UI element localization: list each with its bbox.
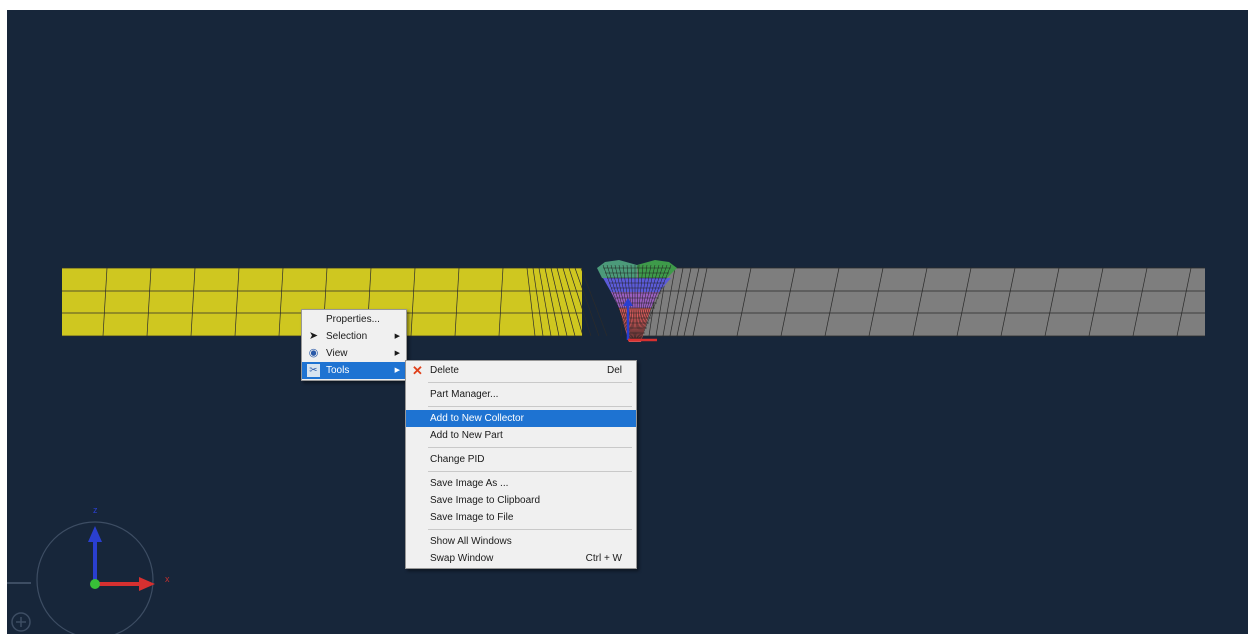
triad-axis-z-head bbox=[88, 526, 102, 542]
menu-item-part-manager[interactable]: Part Manager... bbox=[406, 386, 636, 403]
eye-icon: ◉ bbox=[308, 347, 319, 359]
menu-separator bbox=[428, 529, 632, 530]
menu-item-label: Delete bbox=[430, 365, 459, 376]
menu-item-properties[interactable]: Properties... bbox=[302, 311, 406, 328]
menu-item-show-all-windows[interactable]: Show All Windows bbox=[406, 533, 636, 550]
pointer-icon: ➤ bbox=[308, 330, 319, 342]
menu-item-label: Show All Windows bbox=[430, 536, 512, 547]
menu-item-delete[interactable]: ✕ Delete Del bbox=[406, 362, 636, 379]
menu-item-shortcut: Del bbox=[606, 365, 622, 376]
menu-item-label: View bbox=[326, 348, 348, 359]
submenu-arrow-icon: ▶ bbox=[394, 333, 400, 340]
tools-submenu: ✕ Delete Del Part Manager... Add to New … bbox=[405, 360, 637, 569]
menu-item-label: Part Manager... bbox=[430, 389, 499, 400]
triad-z-label: z bbox=[93, 505, 98, 515]
menu-item-label: Add to New Part bbox=[430, 430, 503, 441]
submenu-arrow-icon: ▶ bbox=[394, 367, 400, 374]
menu-item-view[interactable]: ◉ View ▶ bbox=[302, 345, 406, 362]
menu-item-label: Selection bbox=[326, 331, 368, 342]
menu-separator bbox=[428, 406, 632, 407]
gray-plate bbox=[627, 268, 1205, 336]
menu-item-save-image-to-file[interactable]: Save Image to File bbox=[406, 509, 636, 526]
tools-icon: ✂ bbox=[307, 364, 320, 377]
menu-separator bbox=[428, 471, 632, 472]
menu-item-save-image-to-clipboard[interactable]: Save Image to Clipboard bbox=[406, 492, 636, 509]
menu-item-label: Swap Window bbox=[430, 553, 494, 564]
menu-item-label: Save Image As ... bbox=[430, 478, 509, 489]
context-menu: Properties... ➤ Selection ▶ ◉ View ▶ ✂ T… bbox=[301, 309, 407, 381]
menu-item-label: Add to New Collector bbox=[430, 413, 524, 424]
menu-item-tools[interactable]: ✂ Tools ▶ bbox=[302, 362, 406, 379]
delete-icon: ✕ bbox=[412, 363, 423, 378]
menu-separator bbox=[428, 447, 632, 448]
menu-item-label: Change PID bbox=[430, 454, 485, 465]
menu-item-shortcut: Ctrl + W bbox=[585, 553, 622, 564]
menu-item-label: Properties... bbox=[326, 314, 380, 325]
menu-item-add-to-new-part[interactable]: Add to New Part bbox=[406, 427, 636, 444]
triad-x-label: x bbox=[165, 574, 170, 584]
menu-item-selection[interactable]: ➤ Selection ▶ bbox=[302, 328, 406, 345]
menu-item-label: Save Image to File bbox=[430, 512, 514, 523]
menu-separator bbox=[428, 382, 632, 383]
menu-item-swap-window[interactable]: Swap Window Ctrl + W bbox=[406, 550, 636, 567]
menu-item-save-image-as[interactable]: Save Image As ... bbox=[406, 475, 636, 492]
menu-item-label: Tools bbox=[326, 365, 350, 376]
menu-item-change-pid[interactable]: Change PID bbox=[406, 451, 636, 468]
menu-item-add-to-new-collector[interactable]: Add to New Collector bbox=[406, 410, 636, 427]
submenu-arrow-icon: ▶ bbox=[394, 350, 400, 357]
menu-item-label: Save Image to Clipboard bbox=[430, 495, 541, 506]
triad-origin bbox=[90, 579, 100, 589]
